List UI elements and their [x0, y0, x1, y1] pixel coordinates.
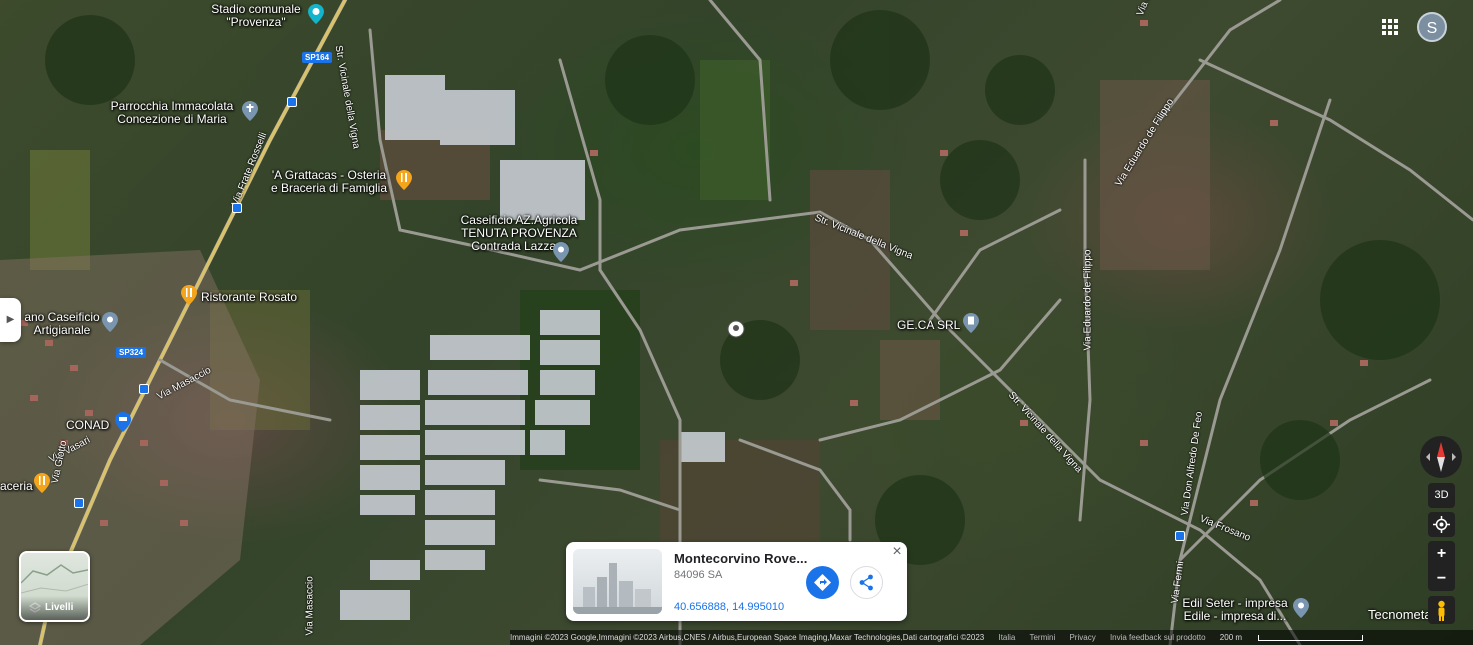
bus-stop-icon[interactable] [1175, 531, 1185, 541]
directions-icon [814, 574, 831, 591]
account-avatar[interactable]: S [1417, 12, 1447, 42]
shop-pin-icon[interactable] [102, 312, 118, 332]
layers-button[interactable]: Livelli [19, 551, 90, 622]
compass-button[interactable] [1420, 436, 1462, 478]
share-icon [859, 574, 873, 591]
shop-pin-icon[interactable] [1293, 598, 1309, 618]
place-label-stadio[interactable]: Stadio comunale "Provenza" [204, 3, 308, 29]
privacy-link[interactable]: Privacy [1069, 633, 1095, 642]
place-label-geca-srl[interactable]: GE.CA SRL [897, 319, 960, 332]
place-title: Montecorvino Rove... [674, 551, 808, 566]
route-badge: SP324 [116, 347, 147, 358]
region-link[interactable]: Italia [998, 633, 1015, 642]
place-info-card[interactable]: Montecorvino Rove... 84096 SA 40.656888,… [566, 542, 907, 621]
supermarket-pin-icon[interactable] [115, 412, 131, 432]
fuel-pin-icon[interactable] [963, 313, 979, 333]
apps-grid-icon[interactable] [1380, 17, 1400, 37]
feedback-link[interactable]: Invia feedback sul prodotto [1110, 633, 1206, 642]
place-label-tecnomet[interactable]: Tecnometa [1368, 607, 1432, 622]
directions-button[interactable] [806, 566, 839, 599]
map-footer: Immagini ©2023 Google,Immagini ©2023 Air… [510, 630, 1473, 645]
attribution-text: Immagini ©2023 Google,Immagini ©2023 Air… [510, 633, 985, 642]
my-location-icon [1433, 516, 1450, 533]
place-label-braceria[interactable]: aceria [0, 480, 33, 493]
place-label-caseificio-artigianale[interactable]: ano Caseificio Artigianale [20, 311, 104, 337]
3d-toggle-button[interactable]: 3D [1428, 483, 1455, 508]
share-button[interactable] [850, 566, 883, 599]
place-label-conad[interactable]: CONAD [66, 419, 109, 432]
place-label-parrocchia[interactable]: Parrocchia Immacolata Concezione di Mari… [102, 100, 242, 126]
location-marker[interactable] [727, 320, 745, 338]
layers-label: Livelli [21, 596, 88, 620]
bus-stop-icon[interactable] [74, 498, 84, 508]
expand-side-panel-button[interactable]: ▶ [0, 298, 21, 342]
restaurant-pin-icon[interactable] [396, 170, 412, 190]
route-badge: SP164 [302, 52, 333, 63]
restaurant-pin-icon[interactable] [181, 285, 197, 305]
place-label-ristorante-rosato[interactable]: Ristorante Rosato [201, 291, 297, 304]
bus-stop-icon[interactable] [232, 203, 242, 213]
place-label-edil-seter[interactable]: Edil Seter - impresa Edile - impresa di.… [1170, 597, 1300, 623]
zoom-in-button[interactable]: + [1428, 541, 1455, 566]
shop-pin-icon[interactable] [553, 242, 569, 262]
place-postal-code: 84096 SA [674, 569, 723, 581]
restaurant-pin-icon[interactable] [34, 473, 50, 493]
pegman-button[interactable] [1428, 596, 1455, 624]
road-label: Via Eduardo de Filippo [1082, 249, 1094, 351]
scale-label[interactable]: 200 m [1220, 633, 1375, 642]
zoom-out-button[interactable]: − [1428, 566, 1455, 591]
terms-link[interactable]: Termini [1029, 633, 1055, 642]
close-card-button[interactable]: × [889, 544, 905, 560]
place-label-grattacas[interactable]: 'A Grattacas - Osteria e Braceria di Fam… [264, 169, 394, 195]
bus-stop-icon[interactable] [287, 97, 297, 107]
chevron-right-icon: ▶ [6, 314, 15, 325]
bus-stop-icon[interactable] [139, 384, 149, 394]
building-thumbnail-image [573, 563, 662, 614]
place-thumbnail[interactable] [573, 549, 662, 614]
road-label: Via Masaccio [304, 576, 316, 636]
church-pin-icon[interactable] [242, 101, 258, 121]
my-location-button[interactable] [1428, 512, 1455, 537]
field [30, 150, 90, 270]
stadium-pin-icon[interactable] [308, 4, 324, 24]
place-coordinates[interactable]: 40.656888, 14.995010 [674, 601, 784, 613]
scale-bar [1258, 634, 1364, 641]
compass-icon [1426, 442, 1456, 472]
pegman-icon [1438, 600, 1445, 621]
field [700, 60, 770, 200]
field [880, 340, 940, 420]
